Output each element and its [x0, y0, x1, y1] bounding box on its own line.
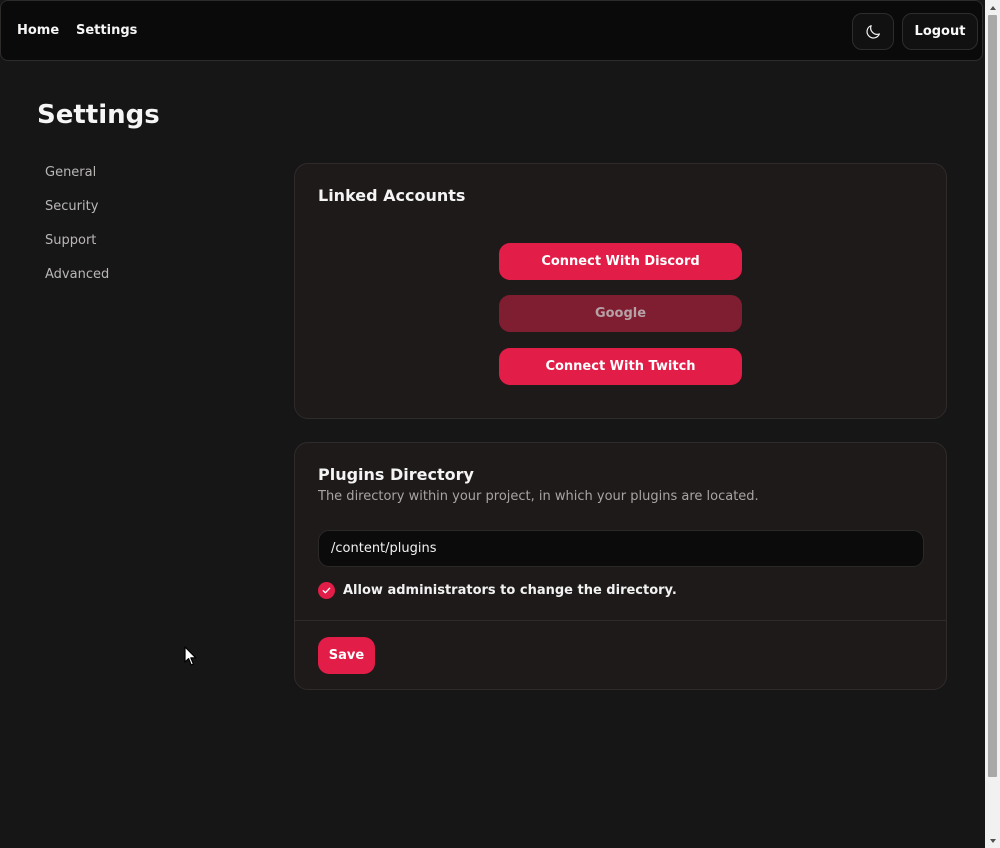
- plugins-directory-input[interactable]: [318, 530, 924, 567]
- connect-twitch-button[interactable]: Connect With Twitch: [499, 348, 742, 385]
- plugins-directory-card: Plugins Directory The directory within y…: [294, 442, 947, 690]
- allow-admin-checkbox[interactable]: [318, 582, 335, 599]
- sidebar-item-general[interactable]: General: [45, 165, 96, 180]
- linked-accounts-title: Linked Accounts: [318, 186, 466, 205]
- scroll-down-arrow-icon[interactable]: [985, 833, 1000, 848]
- logout-button[interactable]: Logout: [902, 13, 978, 50]
- theme-toggle-button[interactable]: [852, 13, 894, 50]
- mouse-cursor-icon: [184, 646, 197, 666]
- page-title: Settings: [37, 100, 160, 130]
- connect-discord-button[interactable]: Connect With Discord: [499, 243, 742, 280]
- sidebar-item-advanced[interactable]: Advanced: [45, 267, 109, 282]
- sidebar-item-support[interactable]: Support: [45, 233, 96, 248]
- nav-home-link[interactable]: Home: [17, 23, 59, 38]
- scrollbar-thumb[interactable]: [988, 15, 997, 777]
- checkmark-icon: [322, 587, 331, 594]
- card-divider: [295, 620, 946, 621]
- linked-accounts-card: Linked Accounts Connect With Discord Goo…: [294, 163, 947, 419]
- allow-admin-checkbox-row[interactable]: Allow administrators to change the direc…: [318, 582, 677, 599]
- scroll-up-arrow-icon[interactable]: [985, 0, 1000, 15]
- app-viewport: Home Settings Logout Settings General Se…: [0, 0, 985, 848]
- allow-admin-label: Allow administrators to change the direc…: [343, 583, 677, 598]
- moon-icon: [866, 24, 880, 39]
- top-nav-bar: Home Settings Logout: [0, 0, 983, 61]
- vertical-scrollbar[interactable]: [985, 0, 1000, 848]
- google-button: Google: [499, 295, 742, 332]
- nav-settings-link[interactable]: Settings: [76, 23, 137, 38]
- plugins-directory-title: Plugins Directory: [318, 465, 474, 484]
- save-button[interactable]: Save: [318, 637, 375, 674]
- sidebar-item-security[interactable]: Security: [45, 199, 98, 214]
- plugins-directory-description: The directory within your project, in wh…: [318, 489, 759, 504]
